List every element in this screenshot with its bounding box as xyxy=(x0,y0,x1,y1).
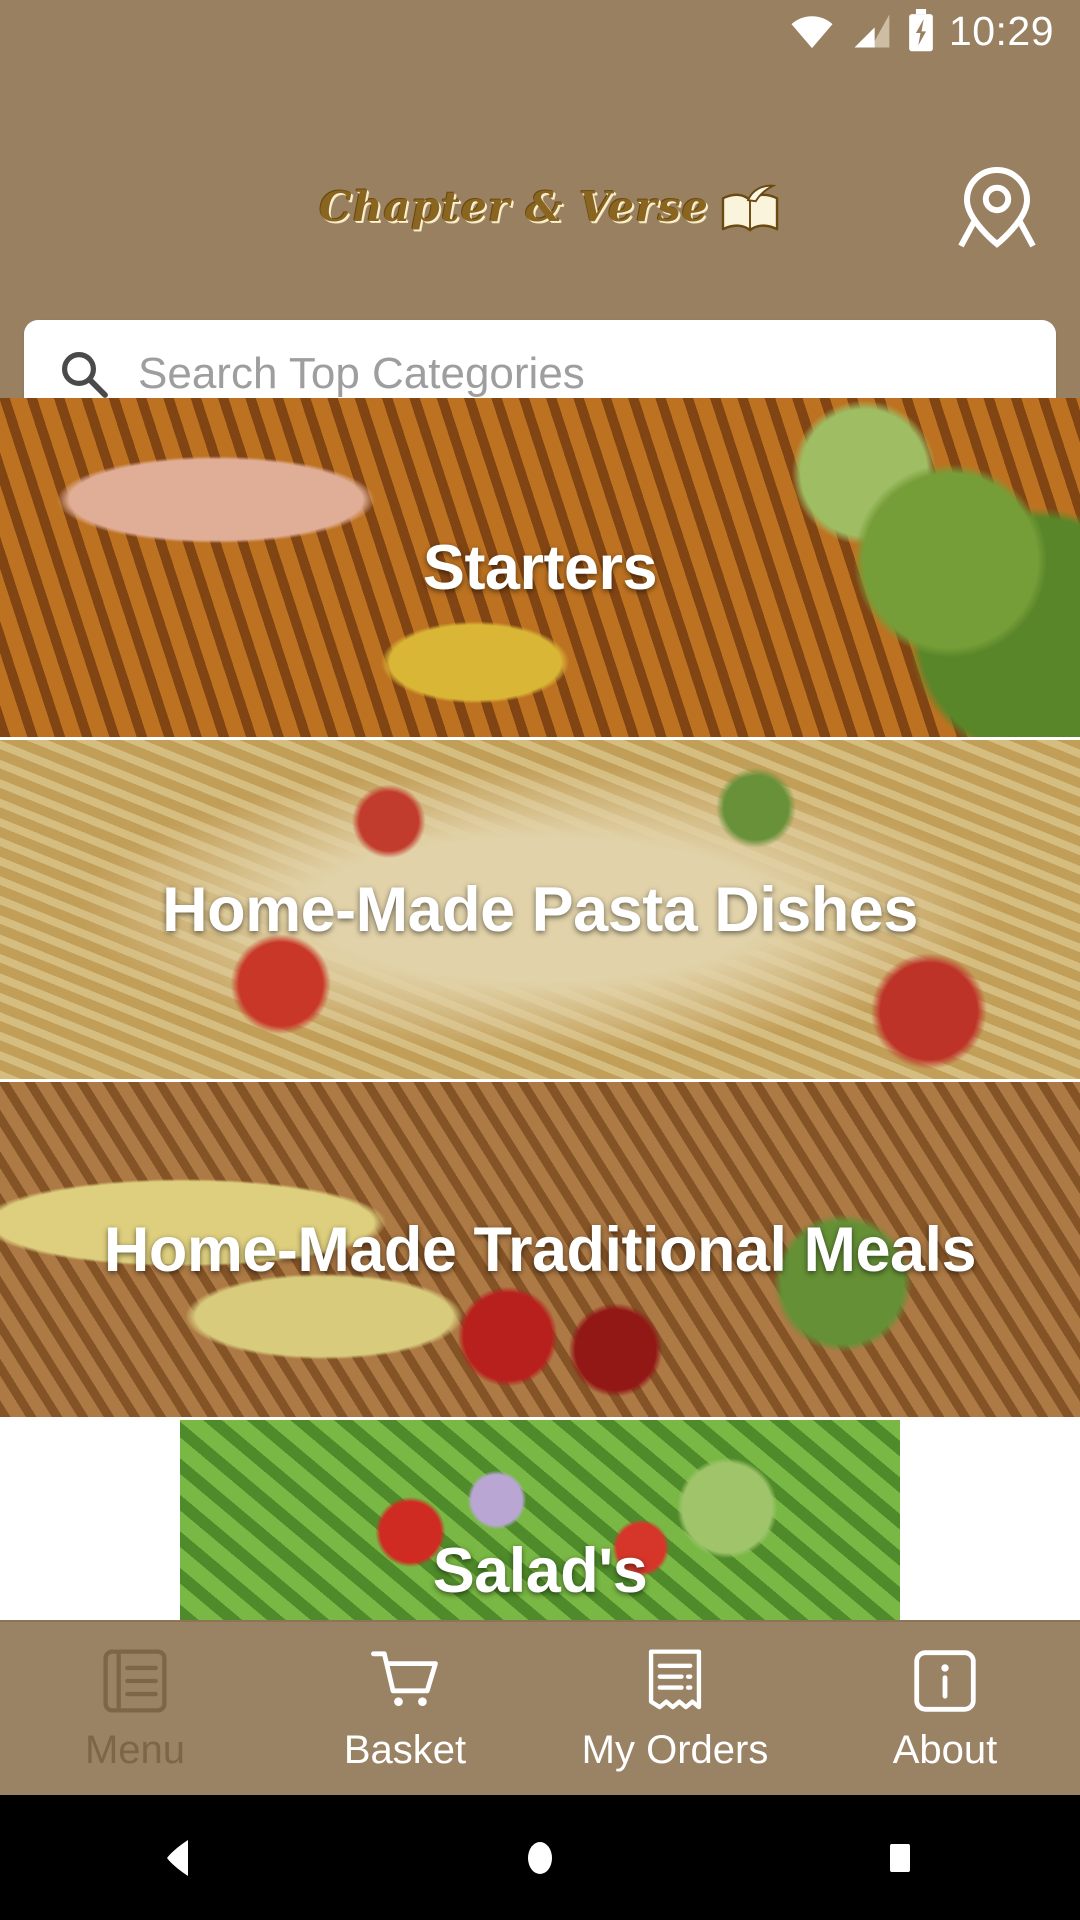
category-card-salads[interactable]: Salad's xyxy=(0,1420,1080,1620)
wifi-icon xyxy=(791,16,833,49)
android-system-nav xyxy=(0,1795,1080,1920)
category-list[interactable]: Starters Home-Made Pasta Dishes Home-Mad… xyxy=(0,398,1080,1620)
battery-charging-icon xyxy=(909,9,933,52)
android-home-button[interactable] xyxy=(480,1795,600,1920)
nav-label: Basket xyxy=(343,1728,467,1772)
nav-label: My Orders xyxy=(581,1728,769,1772)
brand-logo: Chapter & Verse xyxy=(319,172,779,242)
recents-square-icon xyxy=(890,1843,910,1872)
bottom-navigation: Menu Basket My Orders About xyxy=(0,1620,1080,1795)
status-bar: 10:29 xyxy=(0,0,1080,62)
category-card-pasta[interactable]: Home-Made Pasta Dishes xyxy=(0,740,1080,1082)
cellular-signal-icon xyxy=(854,14,890,48)
search-input[interactable] xyxy=(138,349,1022,399)
category-title: Salad's xyxy=(432,1536,648,1606)
open-book-quill-icon xyxy=(721,184,779,232)
app-screen: 10:29 Chapter & Verse Search Top Categor… xyxy=(0,0,1080,1920)
nav-label: Menu xyxy=(84,1728,186,1772)
location-pin-icon xyxy=(958,166,1036,248)
location-pin-button[interactable] xyxy=(942,164,1052,250)
status-bar-clock: 10:29 xyxy=(948,7,1054,54)
category-card-starters[interactable]: Starters xyxy=(0,398,1080,740)
category-card-traditional[interactable]: Home-Made Traditional Meals xyxy=(0,1082,1080,1420)
brand-name: Chapter & Verse xyxy=(319,183,709,231)
home-circle-icon xyxy=(528,1841,552,1874)
search-icon xyxy=(62,352,108,398)
info-icon xyxy=(914,1650,976,1712)
nav-item-about[interactable]: About xyxy=(810,1622,1080,1795)
category-title: Home-Made Traditional Meals xyxy=(103,1214,977,1285)
shopping-cart-icon xyxy=(371,1651,438,1707)
category-title: Starters xyxy=(422,532,658,603)
nav-item-basket[interactable]: Basket xyxy=(270,1622,540,1795)
android-back-button[interactable] xyxy=(120,1795,240,1920)
back-triangle-icon xyxy=(167,1839,188,1876)
nav-item-menu[interactable]: Menu xyxy=(0,1622,270,1795)
nav-item-my-orders[interactable]: My Orders xyxy=(540,1622,810,1795)
menu-book-icon xyxy=(103,1649,167,1713)
app-header: Chapter & Verse xyxy=(0,62,1080,428)
android-recents-button[interactable] xyxy=(840,1795,960,1920)
receipt-icon xyxy=(648,1649,702,1710)
category-title: Home-Made Pasta Dishes xyxy=(162,874,918,945)
nav-label: About xyxy=(892,1728,998,1772)
